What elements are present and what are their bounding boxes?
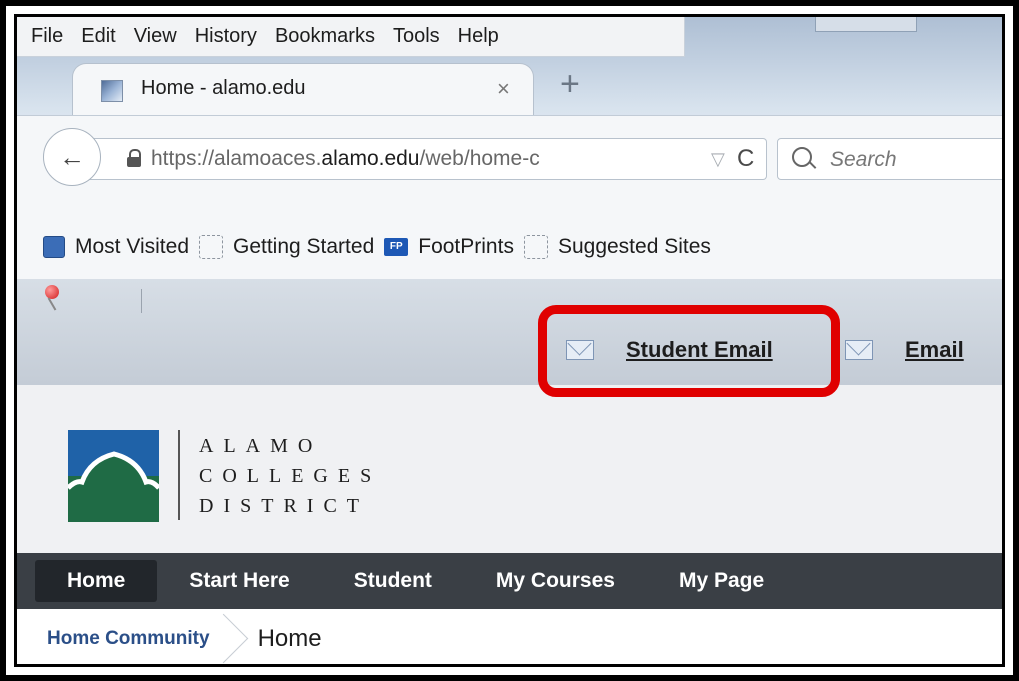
bookmark-label: Most Visited	[75, 235, 189, 258]
browser-window: File Edit View History Bookmarks Tools H…	[14, 14, 1005, 667]
logo-text-line1: ALAMO	[199, 435, 323, 457]
bookmark-most-visited[interactable]: Most Visited	[43, 235, 189, 259]
favicon-icon	[101, 80, 123, 102]
lock-icon	[127, 149, 141, 167]
logo-text-line2: COLLEGES	[199, 465, 382, 487]
breadcrumb-current: Home	[257, 625, 322, 652]
page-placeholder-icon	[199, 235, 223, 259]
most-visited-icon	[43, 236, 65, 258]
back-arrow-icon: ←	[59, 141, 85, 172]
page-placeholder-icon	[523, 235, 548, 259]
nav-tab-student[interactable]: Student	[322, 560, 464, 602]
close-tab-icon[interactable]: ×	[497, 76, 510, 102]
menu-history[interactable]: History	[195, 25, 257, 48]
menu-edit[interactable]: Edit	[81, 25, 115, 48]
bookmark-footprints[interactable]: FP FootPrints	[384, 235, 514, 259]
bookmark-label: Suggested Sites	[557, 235, 711, 258]
menu-help[interactable]: Help	[458, 25, 499, 48]
search-input[interactable]: Search	[777, 138, 1002, 180]
logo-text-line3: DISTRICT	[199, 495, 369, 517]
nav-tab-my-page[interactable]: My Page	[647, 560, 796, 602]
nav-tab-start-here[interactable]: Start Here	[157, 560, 321, 602]
email-link[interactable]: Email	[845, 337, 964, 363]
nav-tab-my-courses[interactable]: My Courses	[464, 560, 647, 602]
screenshot-frame: File Edit View History Bookmarks Tools H…	[0, 0, 1019, 681]
new-tab-button[interactable]: +	[560, 67, 580, 101]
menu-tools[interactable]: Tools	[393, 25, 440, 48]
tab-title: Home - alamo.edu	[141, 77, 306, 99]
menu-bar: File Edit View History Bookmarks Tools H…	[17, 17, 685, 57]
window-control-button[interactable]	[815, 17, 917, 32]
bookmark-getting-started[interactable]: Getting Started	[199, 235, 374, 259]
main-navigation: Home Start Here Student My Courses My Pa…	[17, 553, 1002, 609]
url-bar[interactable]: https://alamoaces.alamo.edu/web/home-c ▽…	[87, 138, 767, 180]
menu-view[interactable]: View	[134, 25, 177, 48]
back-button[interactable]: ←	[43, 128, 101, 186]
alamo-logo-icon[interactable]	[68, 430, 159, 522]
search-icon	[792, 147, 812, 167]
pin-icon[interactable]	[45, 285, 59, 299]
email-label: Email	[905, 337, 964, 362]
breadcrumb-home-community[interactable]: Home Community	[47, 628, 210, 650]
browser-tab-home[interactable]: Home - alamo.edu ×	[72, 63, 534, 115]
search-placeholder: Search	[830, 148, 897, 171]
breadcrumb: Home Community Home	[17, 609, 1002, 664]
highlight-annotation	[538, 305, 840, 397]
menu-file[interactable]: File	[31, 25, 63, 48]
logo-divider	[178, 430, 180, 520]
envelope-icon	[845, 340, 873, 360]
url-dropdown-icon[interactable]: ▽	[711, 149, 725, 170]
nav-tab-home[interactable]: Home	[35, 560, 158, 602]
toolbar-divider	[141, 289, 142, 313]
portal-toolbar: Student Email Email	[17, 279, 1002, 386]
bookmark-label: FootPrints	[418, 235, 514, 258]
footprints-icon: FP	[384, 238, 409, 256]
url-text: https://alamoaces.alamo.edu/web/home-c	[151, 147, 540, 170]
navigation-bar: https://alamoaces.alamo.edu/web/home-c ▽…	[17, 115, 1002, 216]
bookmark-suggested-sites[interactable]: Suggested Sites	[523, 235, 711, 259]
reload-icon[interactable]: C	[737, 145, 754, 173]
bookmark-label: Getting Started	[233, 235, 375, 258]
breadcrumb-separator	[222, 609, 246, 664]
menu-bookmarks[interactable]: Bookmarks	[275, 25, 375, 48]
bookmarks-toolbar: Most Visited Getting Started FP FootPrin…	[17, 215, 1002, 279]
logo-banner: ALAMO COLLEGES DISTRICT	[17, 385, 1002, 553]
